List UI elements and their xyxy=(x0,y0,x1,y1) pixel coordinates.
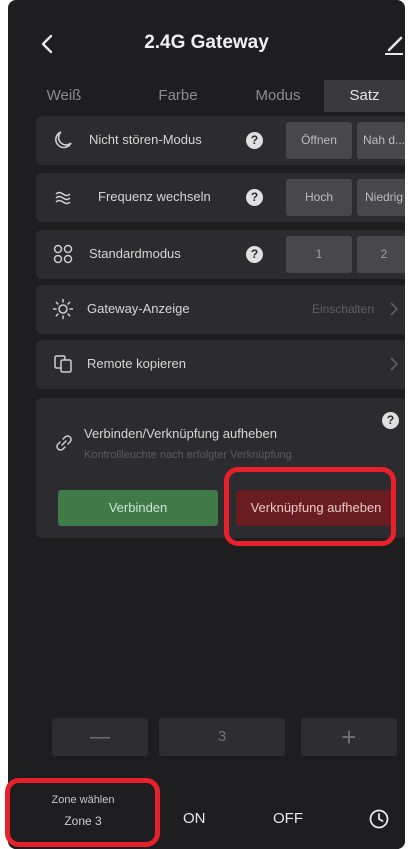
link-icon xyxy=(56,435,72,451)
tab-weiss[interactable]: Weiß xyxy=(24,80,104,112)
zone-stepper: — 3 + xyxy=(52,718,402,756)
unlink-highlight-annotation xyxy=(224,467,396,546)
decrement-button[interactable]: — xyxy=(52,718,148,756)
help-icon[interactable]: ? xyxy=(246,132,263,149)
copy-remote-label: Remote kopieren xyxy=(87,356,186,371)
help-icon[interactable]: ? xyxy=(246,189,263,206)
edit-icon[interactable] xyxy=(383,34,405,56)
standard-mode-row: Standardmodus ? 1 2 xyxy=(36,230,405,279)
tab-farbe[interactable]: Farbe xyxy=(133,80,223,112)
link-title: Verbinden/Verknüpfung aufheben xyxy=(84,426,278,441)
copy-remote-row[interactable]: Remote kopieren xyxy=(36,340,405,389)
on-button[interactable]: ON xyxy=(183,810,206,827)
dnd-close-button[interactable]: Nah d... xyxy=(357,122,405,159)
gateway-indicator-label: Gateway-Anzeige xyxy=(87,301,190,316)
gateway-indicator-value: Einschalten xyxy=(311,302,374,316)
waves-icon xyxy=(55,191,71,205)
gateway-indicator-row[interactable]: Gateway-Anzeige Einschalten xyxy=(36,285,405,334)
clock-icon[interactable] xyxy=(368,808,390,830)
dnd-open-button[interactable]: Öffnen xyxy=(286,122,352,159)
help-icon[interactable]: ? xyxy=(246,246,263,263)
link-subtitle: Kontrollleuchte nach erfolgter Verknüpfu… xyxy=(84,449,292,461)
frequency-high-button[interactable]: Hoch xyxy=(286,179,352,216)
standard-mode-2-button[interactable]: 2 xyxy=(357,236,405,273)
frequency-label: Frequenz wechseln xyxy=(98,189,211,204)
frequency-low-button[interactable]: Niedrig xyxy=(357,179,405,216)
zone-highlight-annotation xyxy=(5,778,160,847)
chevron-right-icon xyxy=(390,302,399,316)
tab-satz[interactable]: Satz xyxy=(324,80,405,112)
standard-mode-1-button[interactable]: 1 xyxy=(286,236,352,273)
stepper-value: 3 xyxy=(159,718,285,756)
dnd-row: Nicht stören-Modus ? Öffnen Nah d... xyxy=(36,116,405,165)
off-button[interactable]: OFF xyxy=(273,810,303,827)
help-icon[interactable]: ? xyxy=(382,412,399,429)
grid-icon xyxy=(53,244,73,264)
increment-button[interactable]: + xyxy=(301,718,397,756)
app-screen: 2.4G Gateway Weiß Farbe Modus Satz Nicht… xyxy=(8,0,405,849)
frequency-row: Frequenz wechseln ? Hoch Niedrig xyxy=(36,173,405,222)
dnd-label: Nicht stören-Modus xyxy=(89,132,202,147)
moon-icon xyxy=(55,131,72,149)
tab-bar: Weiß Farbe Modus Satz xyxy=(8,80,405,112)
standard-mode-label: Standardmodus xyxy=(89,246,181,261)
page-title: 2.4G Gateway xyxy=(144,32,269,53)
tab-modus[interactable]: Modus xyxy=(228,80,328,112)
sun-icon xyxy=(52,298,74,320)
copy-icon xyxy=(54,355,72,373)
header: 2.4G Gateway xyxy=(8,20,405,68)
connect-button[interactable]: Verbinden xyxy=(58,490,218,526)
chevron-right-icon xyxy=(390,357,399,371)
